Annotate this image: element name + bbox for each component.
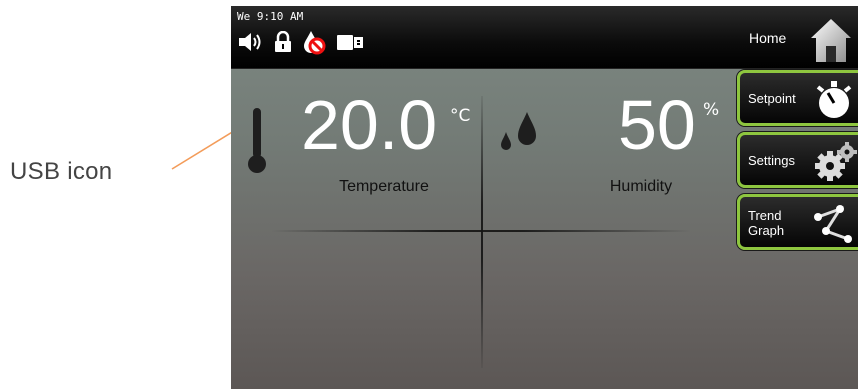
temperature-value: 20.0 bbox=[301, 86, 438, 164]
speaker-icon[interactable] bbox=[237, 31, 265, 53]
trend-label-line2: Graph bbox=[748, 223, 785, 238]
settings-label: Settings bbox=[748, 153, 795, 168]
lock-icon[interactable] bbox=[274, 31, 292, 53]
home-icon[interactable] bbox=[809, 16, 853, 64]
horizontal-divider bbox=[271, 230, 691, 232]
gears-icon bbox=[815, 142, 857, 181]
status-icons bbox=[237, 28, 364, 56]
settings-button[interactable]: Settings bbox=[737, 132, 858, 188]
datetime: We 9:10 AM bbox=[237, 10, 304, 23]
temperature-unit: °C bbox=[450, 106, 471, 126]
temperature-label: Temperature bbox=[339, 178, 429, 195]
setpoint-button[interactable]: Setpoint bbox=[737, 70, 858, 126]
trend-label-line1: Trend bbox=[748, 208, 782, 223]
thermometer-icon bbox=[248, 108, 266, 173]
humidity-label: Humidity bbox=[609, 178, 673, 195]
humidity-value: 50 bbox=[618, 86, 696, 164]
humidity-unit: % bbox=[703, 100, 720, 120]
vertical-divider bbox=[481, 96, 483, 368]
device-screen: We 9:10 AM Home 20.0 °C Temperature 50 %… bbox=[231, 6, 858, 389]
no-water-icon[interactable] bbox=[301, 29, 327, 55]
status-bar: We 9:10 AM Home bbox=[231, 6, 858, 69]
trend-graph-button[interactable]: Trend Graph bbox=[737, 194, 858, 250]
setpoint-label: Setpoint bbox=[748, 91, 796, 106]
water-drops-icon bbox=[501, 112, 536, 150]
home-label[interactable]: Home bbox=[749, 30, 786, 46]
trend-graph-icon bbox=[814, 205, 852, 243]
usb-icon[interactable] bbox=[336, 32, 364, 52]
stopwatch-icon bbox=[816, 81, 852, 118]
